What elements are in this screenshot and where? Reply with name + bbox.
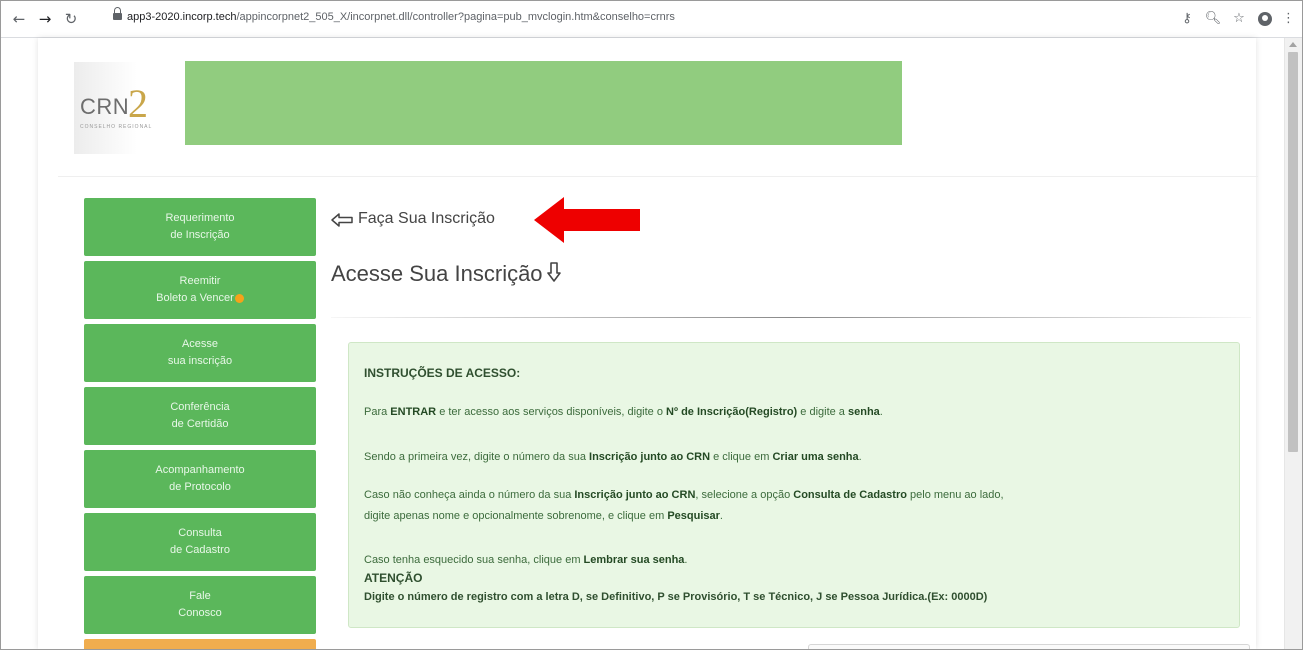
- logo-subtitle: CONSELHO REGIONAL: [80, 124, 153, 130]
- sidebar-item-label: Boleto a Vencer: [156, 292, 234, 304]
- toolbar-icons: ⚷ 🔍︎ ☆ ⋮: [1172, 9, 1295, 29]
- site-header: CRN 2 CONSELHO REGIONAL: [38, 38, 1256, 158]
- text-bold: Criar uma senha: [772, 451, 859, 463]
- sidebar-item-label: sua inscrição: [167, 355, 233, 367]
- browser-window: ← → ↻ app3-2020.incorp.tech/appincorpnet…: [0, 0, 1303, 650]
- text-bold: senha: [847, 406, 880, 418]
- menu-icon[interactable]: ⋮: [1282, 9, 1295, 29]
- text: .: [879, 406, 883, 418]
- lock-icon: [113, 7, 122, 20]
- text: Caso tenha esquecido sua senha, clique e…: [364, 554, 584, 566]
- faca-inscricao-label[interactable]: Faça Sua Inscrição: [358, 210, 495, 228]
- text-bold: Nº de Inscrição(Registro): [666, 406, 798, 418]
- header-divider: [58, 176, 1258, 177]
- scrollbar[interactable]: [1284, 38, 1302, 649]
- url-path: /appincorpnet2_505_X/incorpnet.dll/contr…: [236, 11, 675, 23]
- sidebar-item-acompanhamento[interactable]: Acompanhamento de Protocolo: [84, 450, 316, 508]
- content-divider: [331, 317, 1251, 318]
- text: .: [684, 554, 688, 566]
- sidebar-item-conferencia[interactable]: Conferência de Certidão: [84, 387, 316, 445]
- page-container: CRN 2 CONSELHO REGIONAL Requerimento de I…: [38, 38, 1258, 649]
- url-text[interactable]: app3-2020.incorp.tech/appincorpnet2_505_…: [127, 11, 675, 23]
- instructions-title: INSTRUÇÕES DE ACESSO:: [364, 366, 521, 380]
- address-bar[interactable]: app3-2020.incorp.tech/appincorpnet2_505_…: [111, 7, 1181, 31]
- text: Para: [364, 406, 391, 418]
- red-annotation-arrow-icon: [534, 197, 640, 243]
- header-banner: [185, 61, 902, 145]
- text-bold: ENTRAR: [390, 406, 437, 418]
- sidebar-item-label: de Certidão: [171, 418, 229, 430]
- account-icon[interactable]: [1258, 12, 1272, 26]
- text-bold: Pesquisar: [667, 510, 720, 522]
- text: Caso não conheça ainda o número da sua: [364, 489, 575, 501]
- text: e digite a: [797, 406, 848, 418]
- sidebar-menu: Requerimento de Inscrição Reemitir Boleto …: [84, 198, 316, 649]
- page-title: Acesse Sua Inscrição: [331, 261, 561, 287]
- down-arrow-icon: [546, 262, 561, 282]
- text-bold: Inscrição junto ao CRN: [589, 451, 711, 463]
- sidebar-item-reemitir-boleto[interactable]: Reemitir Boleto a Vencer: [84, 261, 316, 319]
- instruction-line-primeira-vez: Sendo a primeira vez, digite o número da…: [364, 451, 862, 463]
- sidebar-item-label: de Protocolo: [169, 481, 231, 493]
- sidebar-item-requerimento[interactable]: Requerimento de Inscrição: [84, 198, 316, 256]
- instruction-line-lembrar: Caso tenha esquecido sua senha, clique e…: [364, 554, 687, 566]
- browser-toolbar: ← → ↻ app3-2020.incorp.tech/appincorpnet…: [1, 1, 1302, 38]
- login-box-top: [808, 644, 1250, 649]
- sidebar-item-label: Conosco: [178, 607, 222, 619]
- text: .: [719, 510, 723, 522]
- sidebar-item-consulta[interactable]: Consulta de Cadastro: [84, 513, 316, 571]
- coin-icon: [234, 293, 244, 303]
- left-arrow-icon: [331, 213, 353, 227]
- instruction-line-consulta: Caso não conheça ainda o número da sua I…: [364, 489, 1004, 501]
- scrollbar-thumb[interactable]: [1288, 52, 1298, 452]
- atencao-heading: ATENÇÃO: [364, 571, 423, 585]
- text-bold: Lembrar sua senha: [583, 554, 685, 566]
- instruction-line-entrar: Para ENTRAR e ter acesso aos serviços di…: [364, 406, 883, 418]
- url-host: app3-2020.incorp.tech: [127, 11, 237, 23]
- back-icon[interactable]: ←: [9, 9, 29, 29]
- scroll-up-icon[interactable]: [1289, 42, 1297, 47]
- sidebar-item-label: Acompanhamento: [155, 464, 245, 476]
- sidebar-item-label: de Cadastro: [170, 544, 230, 556]
- instruction-line-pesquisar: digite apenas nome e opcionalmente sobre…: [364, 510, 723, 522]
- reload-icon[interactable]: ↻: [61, 9, 81, 29]
- text: .: [858, 451, 862, 463]
- sidebar-item-label: Conferência: [170, 401, 230, 413]
- text: Sendo a primeira vez, digite o número da…: [364, 451, 590, 463]
- text: digite apenas nome e opcionalmente sobre…: [364, 510, 668, 522]
- text: e ter acesso aos serviços disponíveis, d…: [436, 406, 667, 418]
- zoom-icon[interactable]: 🔍︎: [1202, 9, 1224, 29]
- text: , selecione a opção: [695, 489, 794, 501]
- star-icon[interactable]: ☆: [1228, 9, 1250, 29]
- sidebar-item-orange[interactable]: [84, 639, 316, 649]
- sidebar-item-label: Fale: [189, 590, 211, 602]
- text-bold: Inscrição junto ao CRN: [574, 489, 696, 501]
- atencao-text: Digite o número de registro com a letra …: [364, 591, 988, 603]
- text: e clique em: [710, 451, 773, 463]
- sidebar-item-label: Consulta: [178, 527, 222, 539]
- forward-icon[interactable]: →: [35, 9, 55, 29]
- instructions-panel: INSTRUÇÕES DE ACESSO: Para ENTRAR e ter …: [348, 342, 1240, 628]
- sidebar-item-label: Requerimento: [165, 212, 235, 224]
- sidebar-item-label: Acesse: [181, 338, 219, 350]
- key-icon[interactable]: ⚷: [1176, 9, 1198, 29]
- text-bold: Consulta de Cadastro: [793, 489, 907, 501]
- logo-text: CRN: [80, 94, 130, 119]
- logo-number: 2: [128, 81, 148, 126]
- sidebar-item-label: de Inscrição: [170, 229, 230, 241]
- sidebar-item-label: Reemitir: [179, 275, 221, 287]
- crn-logo[interactable]: CRN 2 CONSELHO REGIONAL: [74, 62, 179, 154]
- page-title-text: Acesse Sua Inscrição: [331, 261, 543, 286]
- text: pelo menu ao lado,: [906, 489, 1004, 501]
- sidebar-item-acesse[interactable]: Acesse sua inscrição: [84, 324, 316, 382]
- sidebar-item-fale-conosco[interactable]: Fale Conosco: [84, 576, 316, 634]
